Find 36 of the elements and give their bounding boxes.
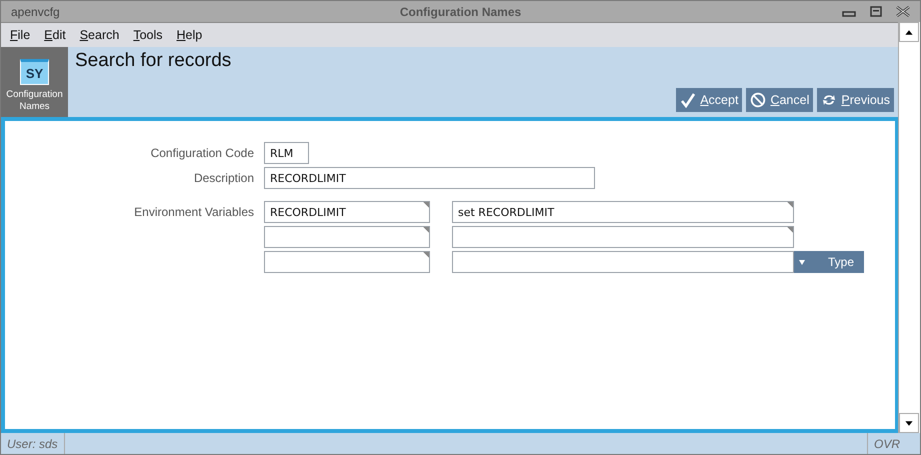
page-heading: Search for records <box>75 50 232 72</box>
close-icon[interactable] <box>896 6 910 17</box>
scrollbar[interactable] <box>898 22 920 433</box>
app-name: apenvcfg <box>10 4 60 18</box>
field-label: Configuration Code <box>150 145 254 162</box>
input-field[interactable] <box>264 226 430 248</box>
module-name: Configuration Names <box>5 89 64 113</box>
input-field[interactable] <box>452 251 794 273</box>
menu-item[interactable]: File <box>3 28 38 42</box>
accept-button[interactable]: Accept <box>676 88 742 112</box>
input-field[interactable] <box>264 251 430 273</box>
menu-item[interactable]: Edit <box>37 28 73 42</box>
user-status: User: sds <box>1 433 65 454</box>
input-field[interactable]: set RECORDLIMIT <box>452 201 794 223</box>
menu-item[interactable]: Help <box>170 28 210 42</box>
window-title: Configuration Names <box>400 4 522 18</box>
type-dropdown-button[interactable]: Type <box>794 251 864 273</box>
cancel-button[interactable]: Cancel <box>746 88 814 112</box>
field-label: Description <box>192 170 254 187</box>
scroll-up-icon[interactable] <box>899 22 919 42</box>
field-label: Environment Variables <box>133 204 254 221</box>
mode-indicator: OVR <box>867 433 920 454</box>
input-field[interactable]: RECORDLIMIT <box>264 167 595 189</box>
module-icon: SY <box>20 59 49 85</box>
check-icon <box>680 92 696 108</box>
cancel-icon <box>750 92 766 108</box>
previous-button[interactable]: Previous <box>817 88 894 112</box>
input-field[interactable]: RLM <box>264 142 309 164</box>
input-field[interactable] <box>452 226 794 248</box>
menu-item[interactable]: Search <box>72 28 126 42</box>
dropdown-icon <box>798 258 806 266</box>
module-tile[interactable]: SY Configuration Names <box>1 47 68 117</box>
input-field[interactable]: RECORDLIMIT <box>264 201 430 223</box>
maximize-icon[interactable] <box>870 6 882 17</box>
scroll-down-icon[interactable] <box>899 413 919 433</box>
menu-item[interactable]: Tools <box>126 28 170 42</box>
